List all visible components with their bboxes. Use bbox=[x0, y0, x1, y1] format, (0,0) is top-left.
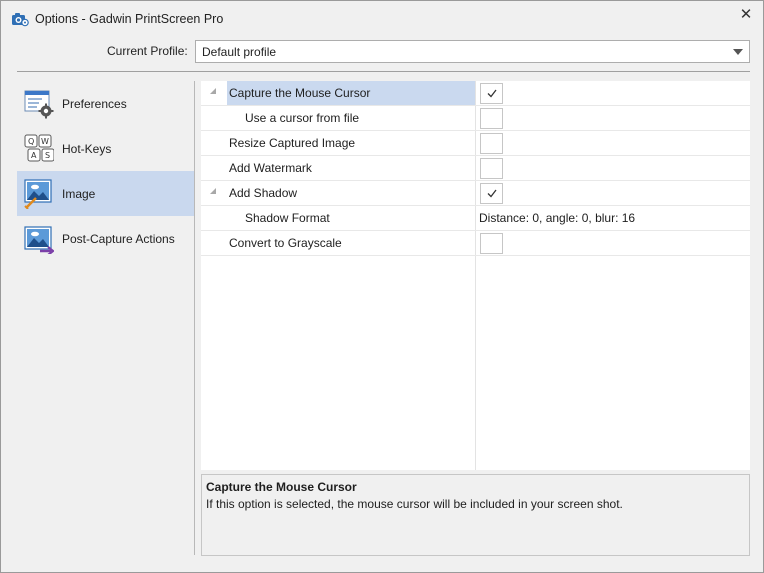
preferences-gear-icon bbox=[24, 89, 54, 119]
post-capture-icon bbox=[24, 224, 55, 256]
current-profile-dropdown[interactable]: Default profile bbox=[195, 40, 750, 63]
description-panel: Capture the Mouse Cursor If this option … bbox=[201, 474, 750, 556]
property-name-cell[interactable]: Add Shadow bbox=[227, 181, 475, 205]
property-name: Capture the Mouse Cursor bbox=[229, 86, 371, 100]
property-name: Use a cursor from file bbox=[245, 111, 360, 125]
nav-label-hot-keys: Hot-Keys bbox=[62, 142, 112, 156]
grid-row-capture-mouse-cursor: Capture the Mouse Cursor bbox=[201, 81, 750, 106]
property-name-cell[interactable]: Resize Captured Image bbox=[227, 131, 475, 155]
grid-row-use-cursor-from-file: Use a cursor from file bbox=[201, 106, 750, 131]
camera-settings-icon bbox=[11, 11, 29, 27]
add-shadow-checkbox[interactable] bbox=[480, 183, 503, 204]
title-bar: Options - Gadwin PrintScreen Pro ✕ bbox=[1, 1, 763, 37]
svg-text:Q: Q bbox=[28, 137, 34, 146]
nav-label-preferences: Preferences bbox=[62, 97, 127, 111]
checkmark-icon bbox=[487, 89, 497, 98]
property-name: Shadow Format bbox=[245, 211, 330, 225]
header-separator bbox=[17, 71, 750, 72]
nav-label-image: Image bbox=[62, 187, 96, 201]
property-name: Add Shadow bbox=[229, 186, 298, 200]
resize-captured-image-checkbox[interactable] bbox=[480, 133, 503, 154]
nav-label-post-capture-actions: Post-Capture Actions bbox=[62, 232, 175, 246]
hotkeys-keyboard-icon: Q W A S bbox=[24, 134, 55, 164]
nav-divider bbox=[194, 81, 195, 555]
chevron-down-icon[interactable] bbox=[733, 49, 743, 55]
grid-row-add-watermark: Add Watermark bbox=[201, 156, 750, 181]
property-grid: Capture the Mouse Cursor Use a cursor fr… bbox=[201, 81, 750, 470]
add-watermark-checkbox[interactable] bbox=[480, 158, 503, 179]
image-icon bbox=[24, 179, 54, 210]
expander-icon[interactable] bbox=[210, 188, 216, 194]
grid-row-resize-captured-image: Resize Captured Image bbox=[201, 131, 750, 156]
grid-row-add-shadow: Add Shadow bbox=[201, 181, 750, 206]
capture-mouse-cursor-checkbox[interactable] bbox=[480, 83, 503, 104]
current-profile-value: Default profile bbox=[202, 45, 277, 59]
grid-row-shadow-format: Shadow Format Distance: 0, angle: 0, blu… bbox=[201, 206, 750, 231]
svg-text:W: W bbox=[41, 137, 49, 146]
svg-text:S: S bbox=[45, 151, 50, 160]
description-body: If this option is selected, the mouse cu… bbox=[206, 497, 623, 511]
nav-item-image[interactable]: Image bbox=[17, 171, 194, 216]
property-name: Convert to Grayscale bbox=[229, 236, 342, 250]
expander-icon[interactable] bbox=[210, 88, 216, 94]
options-window: Options - Gadwin PrintScreen Pro ✕ Curre… bbox=[0, 0, 764, 573]
checkmark-icon bbox=[487, 189, 497, 198]
window-title: Options - Gadwin PrintScreen Pro bbox=[35, 12, 224, 26]
grid-row-convert-to-grayscale: Convert to Grayscale bbox=[201, 231, 750, 256]
close-button[interactable]: ✕ bbox=[735, 5, 757, 25]
property-name-cell[interactable]: Capture the Mouse Cursor bbox=[227, 81, 475, 105]
nav-item-hot-keys[interactable]: Q W A S Hot-Keys bbox=[17, 126, 194, 171]
convert-to-grayscale-checkbox[interactable] bbox=[480, 233, 503, 254]
current-profile-label: Current Profile: bbox=[107, 44, 188, 58]
svg-text:A: A bbox=[31, 151, 37, 160]
property-name-cell[interactable]: Add Watermark bbox=[227, 156, 475, 180]
description-title: Capture the Mouse Cursor bbox=[206, 480, 357, 494]
property-name: Add Watermark bbox=[229, 161, 312, 175]
nav-item-preferences[interactable]: Preferences bbox=[17, 81, 194, 126]
category-nav: Preferences Q W A S Hot-Keys Image Post-… bbox=[17, 81, 194, 481]
use-cursor-from-file-checkbox[interactable] bbox=[480, 108, 503, 129]
nav-item-post-capture-actions[interactable]: Post-Capture Actions bbox=[17, 216, 194, 261]
property-name-cell[interactable]: Shadow Format bbox=[227, 206, 475, 230]
property-name-cell[interactable]: Convert to Grayscale bbox=[227, 231, 475, 255]
property-name-cell[interactable]: Use a cursor from file bbox=[227, 106, 475, 130]
property-name: Resize Captured Image bbox=[229, 136, 356, 150]
shadow-format-value[interactable]: Distance: 0, angle: 0, blur: 16 bbox=[479, 211, 635, 225]
